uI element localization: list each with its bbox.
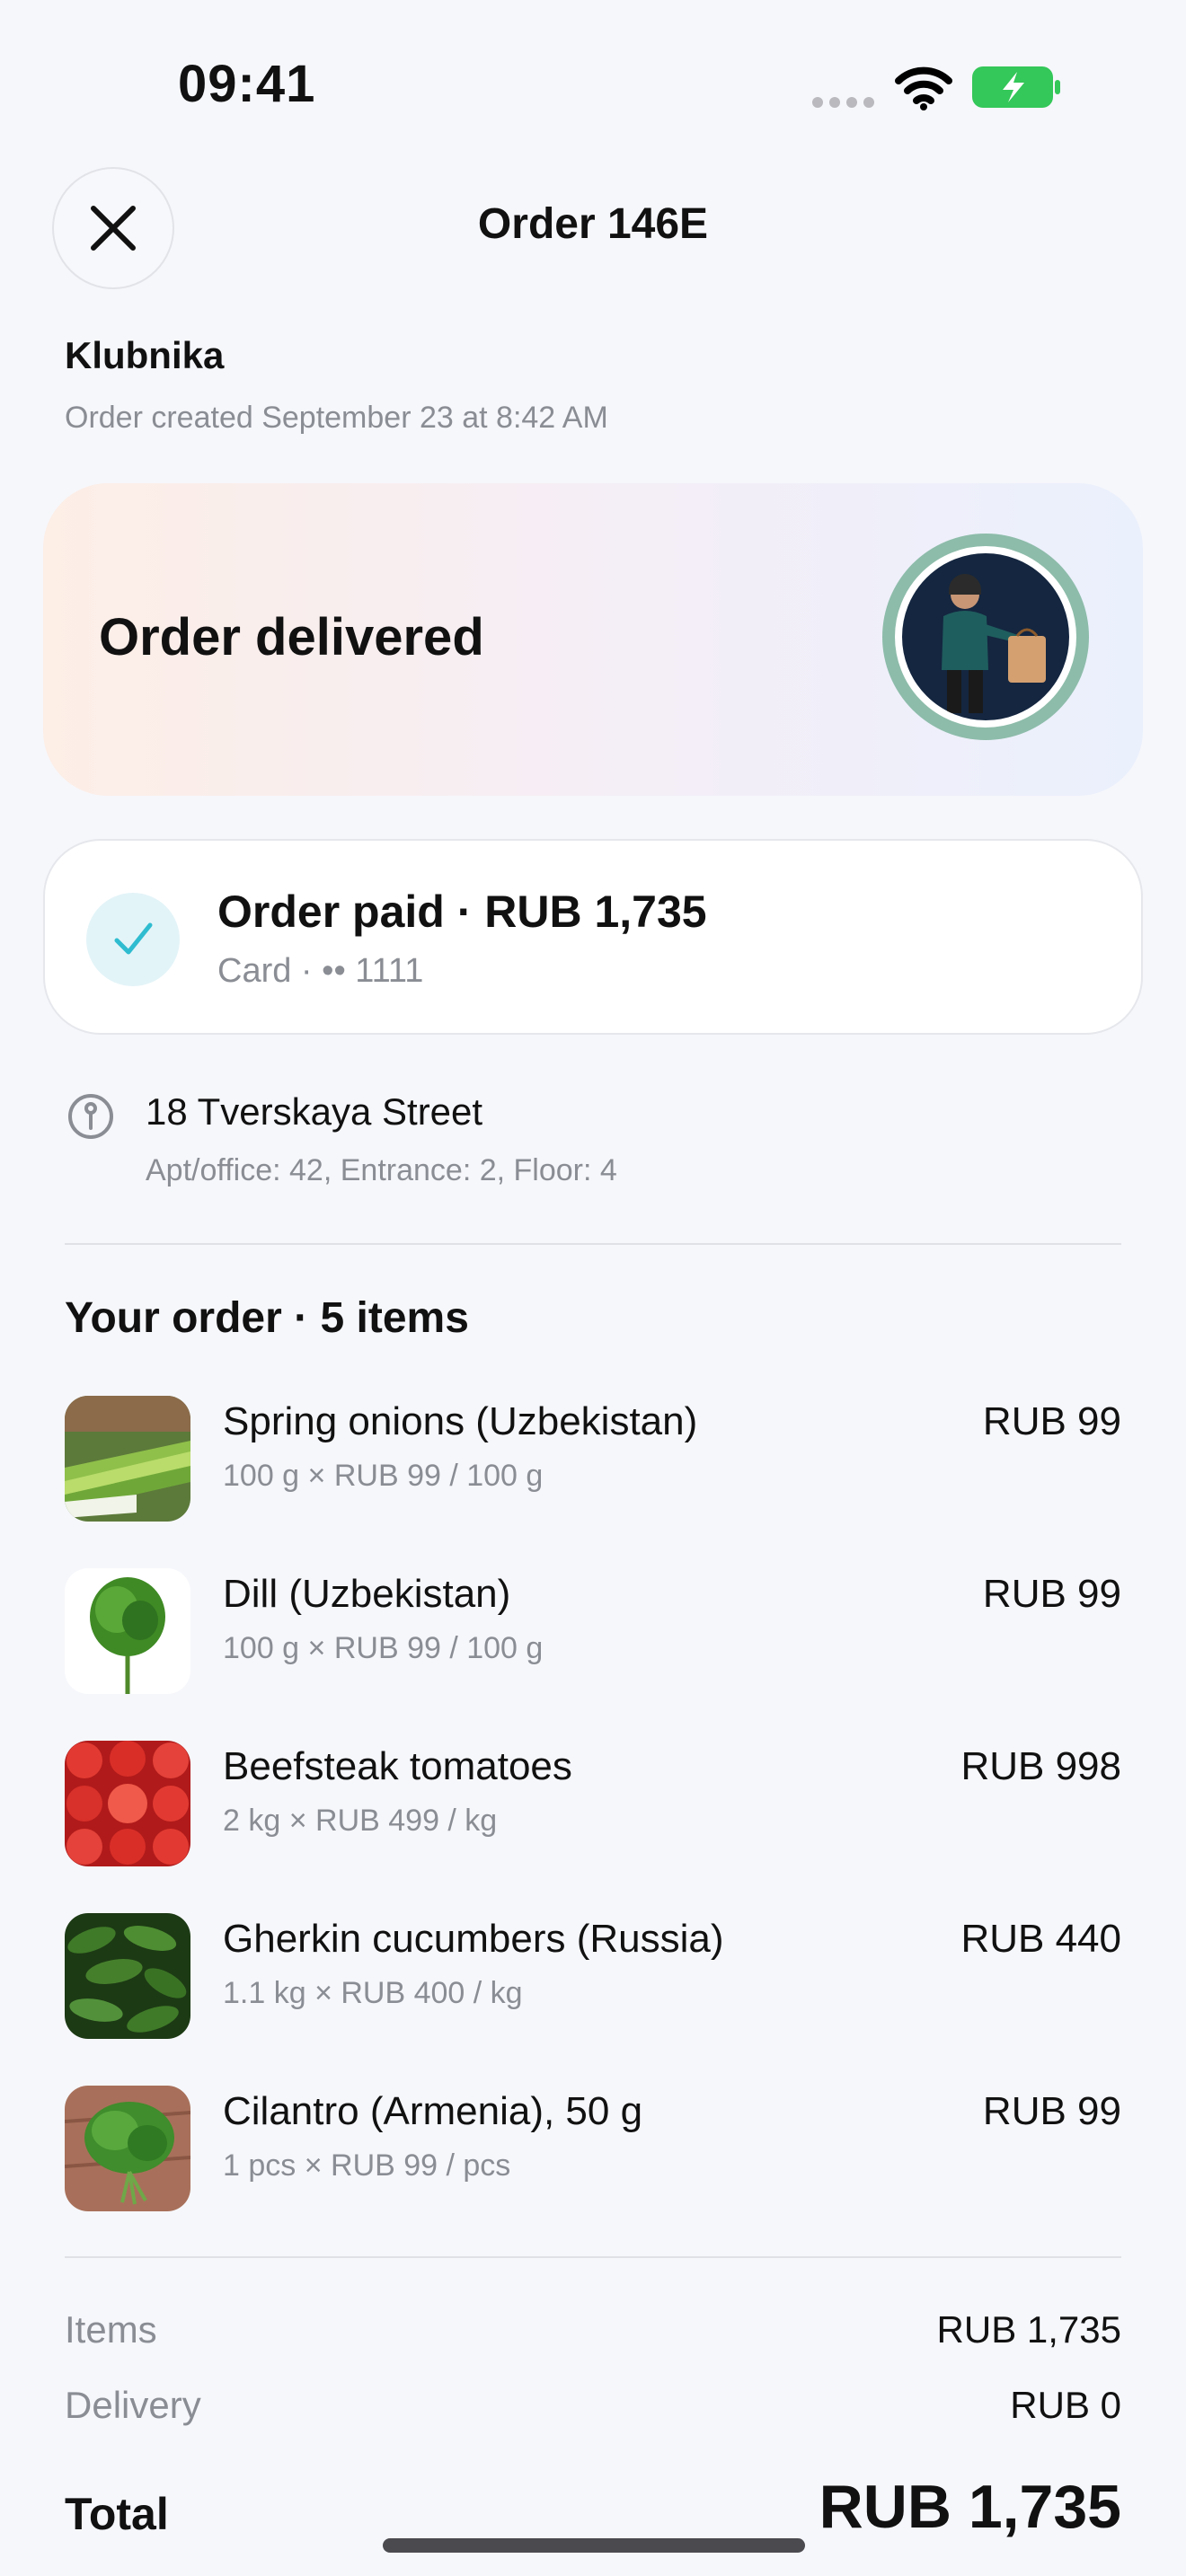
order-item[interactable]: Cilantro (Armenia), 50 g 1 pcs × RUB 99 … (65, 2086, 1121, 2211)
items-subtotal-value: RUB 1,735 (936, 2308, 1121, 2351)
delivery-fee-value: RUB 0 (1010, 2384, 1121, 2426)
item-image (65, 1741, 190, 1866)
item-image (65, 1568, 190, 1694)
item-price: RUB 99 (982, 2089, 1121, 2133)
battery-charging-icon (972, 66, 1060, 108)
item-price: RUB 99 (982, 1572, 1121, 1616)
item-image (65, 1913, 190, 2039)
item-quantity: 1.1 kg × RUB 400 / kg (223, 1976, 523, 2010)
item-name: Beefsteak tomatoes (223, 1744, 572, 1788)
location-pin-icon (68, 1094, 113, 1139)
item-name: Dill (Uzbekistan) (223, 1572, 511, 1616)
item-image (65, 2086, 190, 2211)
checkmark-icon (114, 922, 153, 955)
order-item[interactable]: Beefsteak tomatoes 2 kg × RUB 499 / kg R… (65, 1741, 1121, 1866)
payment-status-badge (86, 893, 180, 986)
courier-illustration (942, 573, 1046, 713)
divider (65, 2256, 1121, 2258)
order-item[interactable]: Dill (Uzbekistan) 100 g × RUB 99 / 100 g… (65, 1568, 1121, 1694)
order-created-date: Order created September 23 at 8:42 AM (65, 401, 608, 435)
cellular-signal-icon (812, 97, 875, 111)
payment-card[interactable]: Order paid · RUB 1,735 Card · •• 1111 (43, 839, 1143, 1035)
payment-title: Order paid · RUB 1,735 (217, 887, 707, 937)
item-price: RUB 998 (960, 1744, 1121, 1788)
courier-avatar (882, 534, 1089, 740)
order-heading: Your order · 5 items (65, 1294, 469, 1342)
item-name: Spring onions (Uzbekistan) (223, 1399, 698, 1443)
item-quantity: 2 kg × RUB 499 / kg (223, 1804, 498, 1838)
page-title: Order 146E (477, 200, 709, 248)
item-name: Cilantro (Armenia), 50 g (223, 2089, 643, 2133)
order-item[interactable]: Spring onions (Uzbekistan) 100 g × RUB 9… (65, 1396, 1121, 1522)
total-value: RUB 1,735 (819, 2473, 1121, 2541)
item-quantity: 1 pcs × RUB 99 / pcs (223, 2148, 511, 2183)
payment-method: Card · •• 1111 (217, 952, 424, 990)
delivery-status-text: Order delivered (99, 608, 484, 666)
item-image (65, 1396, 190, 1522)
order-item[interactable]: Gherkin cucumbers (Russia) 1.1 kg × RUB … (65, 1913, 1121, 2039)
item-name: Gherkin cucumbers (Russia) (223, 1917, 724, 1961)
status-time: 09:41 (178, 55, 316, 113)
item-quantity: 100 g × RUB 99 / 100 g (223, 1459, 544, 1493)
address-details: Apt/office: 42, Entrance: 2, Floor: 4 (146, 1153, 617, 1187)
item-price: RUB 440 (960, 1917, 1121, 1961)
delivery-fee-label: Delivery (65, 2384, 201, 2426)
wifi-icon (895, 66, 952, 110)
total-label: Total (65, 2489, 169, 2539)
delivery-address: 18 Tverskaya Street (146, 1090, 483, 1133)
item-price: RUB 99 (982, 1399, 1121, 1443)
delivery-status-card: Order delivered (43, 483, 1143, 796)
status-bar: 09:41 (0, 0, 1186, 171)
store-name: Klubnika (65, 334, 225, 376)
home-indicator[interactable] (383, 2538, 805, 2553)
divider (65, 1243, 1121, 1245)
items-subtotal-label: Items (65, 2308, 157, 2351)
item-quantity: 100 g × RUB 99 / 100 g (223, 1631, 544, 1665)
